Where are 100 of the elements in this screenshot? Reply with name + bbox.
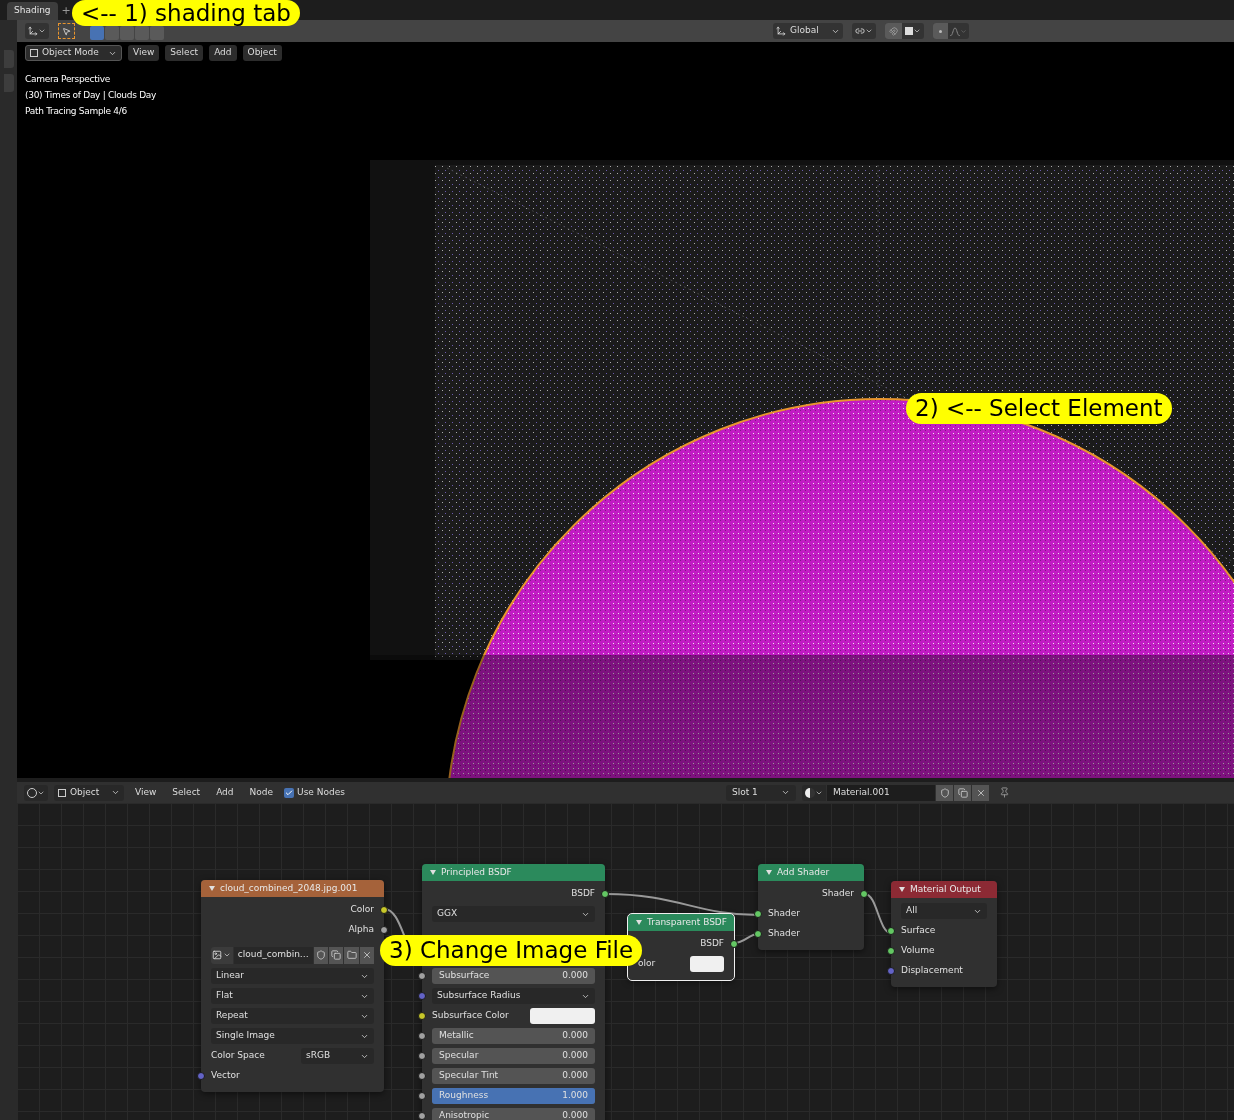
annotation-callout: 2) <-- Select Element (906, 393, 1172, 424)
image-icon (212, 950, 223, 960)
value-slider[interactable]: Anisotropic 0.000 (432, 1108, 595, 1120)
material-name-field[interactable]: Material.001 (827, 784, 935, 801)
chevron-icon (960, 27, 967, 35)
cursor-icon (62, 26, 71, 36)
node-title: Principled BSDF (441, 865, 512, 879)
node-title: cloud_combined_2048.jpg.001 (220, 881, 358, 895)
socket-label: Vector (211, 1069, 240, 1083)
proportional-toggle[interactable] (933, 23, 948, 39)
chevron-icon (913, 27, 921, 35)
value-slider[interactable]: Specular Tint 0.000 (432, 1068, 595, 1084)
use-nodes-checkbox[interactable]: Use Nodes (284, 785, 345, 800)
chevron-icon (38, 27, 46, 35)
add-workspace-button[interactable]: + (60, 2, 72, 20)
chevron-icon (865, 27, 873, 35)
node-title: Material Output (910, 882, 981, 896)
collapse-icon[interactable] (899, 887, 905, 892)
node-dropdown[interactable]: GGX (432, 906, 595, 922)
menu-button[interactable]: Node (244, 784, 279, 801)
menu-button[interactable]: Object (242, 45, 282, 61)
value-slider[interactable]: Subsurface 0.000 (432, 968, 595, 984)
node-dropdown[interactable]: Linear (211, 968, 374, 984)
slider-label: Specular (439, 1049, 479, 1063)
snap-toggle[interactable] (885, 23, 902, 39)
node-dropdown[interactable]: Subsurface Radius (432, 988, 595, 1004)
node-header[interactable]: Material Output (891, 881, 997, 898)
collapse-icon[interactable] (636, 920, 642, 925)
node-header[interactable]: cloud_combined_2048.jpg.001 (201, 880, 384, 897)
fake-user-button[interactable] (313, 946, 329, 964)
socket-label: BSDF (571, 887, 595, 901)
axes-icon (776, 26, 786, 36)
node-header[interactable]: Principled BSDF (422, 864, 605, 881)
menu-button[interactable]: View (130, 784, 162, 801)
collapse-icon[interactable] (430, 870, 436, 875)
menu-button[interactable]: View (128, 45, 160, 61)
slider-value: 0.000 (562, 1109, 588, 1120)
node-dropdown[interactable]: All (901, 903, 987, 919)
magnet-icon (889, 26, 898, 36)
fake-user-button[interactable] (936, 784, 953, 801)
falloff-curve-icon (950, 26, 960, 36)
menu-button[interactable]: Add (211, 784, 239, 801)
orientation-dropdown[interactable]: Global (773, 23, 843, 39)
menu-button[interactable]: Select (165, 45, 204, 61)
color-swatch[interactable] (529, 1008, 595, 1024)
material-browse-button[interactable] (802, 784, 826, 801)
slider-value: 0.000 (562, 1049, 588, 1063)
unlink-button[interactable] (972, 784, 989, 801)
copy-icon (957, 787, 968, 798)
collapse-icon[interactable] (209, 886, 215, 891)
folder-icon (346, 950, 357, 960)
menu-button[interactable]: Select (167, 784, 206, 801)
shield-icon (939, 787, 950, 798)
value-slider[interactable]: Specular 0.000 (432, 1048, 595, 1064)
menu-button[interactable]: Add (209, 45, 237, 61)
node-title: Transparent BSDF (647, 915, 727, 929)
select-tool-button[interactable] (58, 23, 75, 39)
editor-type-button[interactable] (24, 784, 48, 801)
mode-dropdown[interactable]: Object Mode (25, 45, 122, 61)
node-header[interactable]: Add Shader (758, 864, 864, 881)
socket-label: Alpha (348, 923, 374, 937)
pin-button[interactable] (999, 787, 1010, 798)
slider-label: Roughness (439, 1089, 489, 1103)
node-dropdown[interactable]: sRGB (301, 1048, 374, 1064)
slider-value: 1.000 (562, 1089, 588, 1103)
node-header[interactable]: Transparent BSDF (628, 914, 734, 931)
slot-dropdown[interactable]: Slot 1 (726, 784, 796, 801)
slider-value: 0.000 (562, 1069, 588, 1083)
socket-label: Color (350, 903, 374, 917)
checkbox[interactable] (284, 787, 295, 798)
color-swatch[interactable] (689, 956, 724, 972)
shader-type-dropdown[interactable]: Object (54, 784, 124, 801)
viewport-info-text: Path Tracing Sample 4/6 (25, 105, 128, 118)
node-dropdown[interactable]: Repeat (211, 1008, 374, 1024)
pivot-dropdown[interactable] (852, 23, 876, 39)
collapse-icon[interactable] (766, 870, 772, 875)
value-slider[interactable]: Roughness 1.000 (432, 1088, 595, 1104)
value-slider[interactable]: Metallic 0.000 (432, 1028, 595, 1044)
slider-label: Metallic (439, 1029, 474, 1043)
image-name-field[interactable]: cloud_combin… (233, 946, 313, 964)
transform-tool-button[interactable] (25, 23, 49, 39)
duplicate-button[interactable] (954, 784, 971, 801)
shield-icon (316, 950, 326, 960)
node-title: Add Shader (777, 865, 830, 879)
open-file-button[interactable] (344, 946, 359, 964)
slider-label: Specular Tint (439, 1069, 499, 1083)
workspace-tab[interactable]: Shading (7, 2, 58, 20)
socket-label: BSDF (700, 937, 724, 951)
close-icon (975, 787, 986, 798)
unlink-button[interactable] (359, 946, 374, 964)
chevron-icon (223, 951, 232, 959)
socket-label: Shader (768, 907, 800, 921)
node-canvas[interactable] (17, 803, 1234, 1120)
annotation-callout: <-- 1) shading tab (72, 0, 300, 26)
node-dropdown[interactable]: Single Image (211, 1028, 374, 1044)
falloff-dropdown[interactable] (948, 26, 969, 36)
slider-label: Subsurface (439, 969, 490, 983)
image-browse-button[interactable] (211, 946, 233, 964)
node-dropdown[interactable]: Flat (211, 988, 374, 1004)
duplicate-button[interactable] (329, 946, 344, 964)
